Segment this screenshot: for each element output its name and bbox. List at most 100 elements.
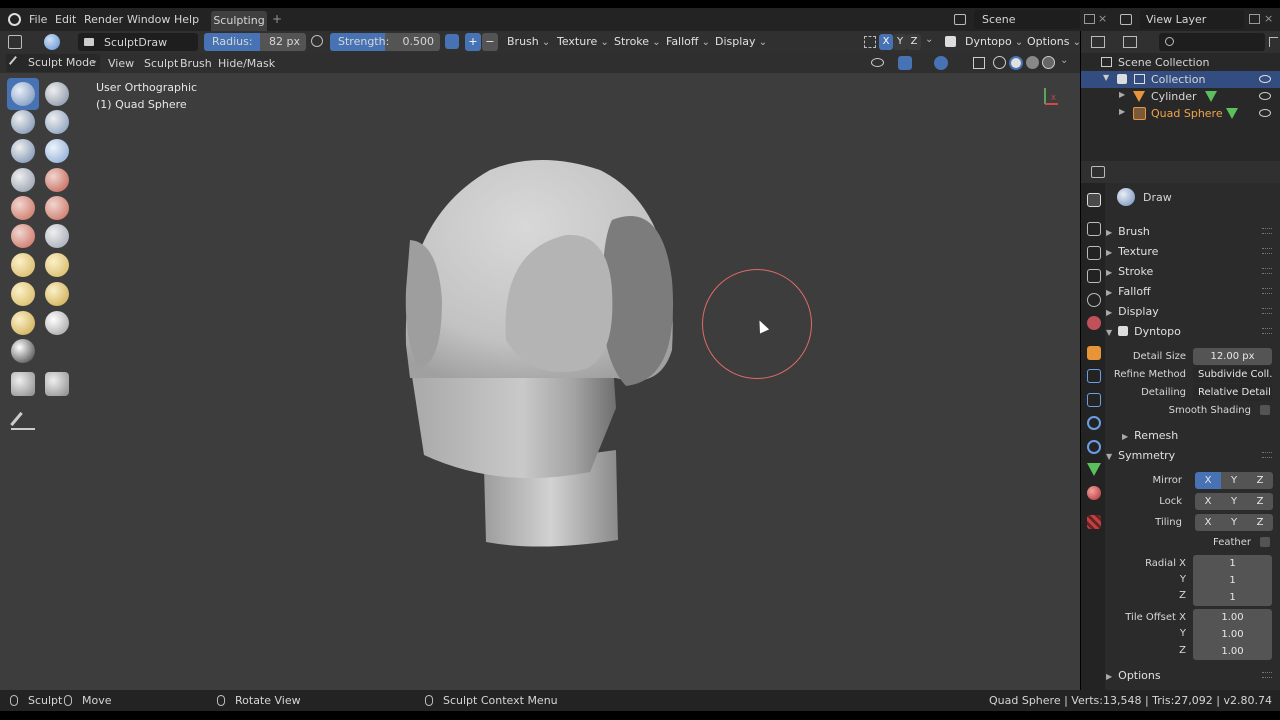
tile-offset-z-field[interactable]: 1.00 — [1193, 643, 1272, 660]
wireframe-shading-icon[interactable] — [993, 56, 1006, 69]
options-menu[interactable]: Options — [1027, 33, 1081, 51]
panel-grip-icon[interactable] — [1262, 672, 1272, 678]
blender-logo-icon[interactable] — [8, 13, 21, 26]
visibility-icon[interactable] — [871, 58, 884, 67]
panel-grip-icon[interactable] — [1262, 288, 1272, 294]
physics-tab-icon[interactable] — [1087, 416, 1101, 430]
direction-add-button[interactable]: + — [465, 33, 481, 51]
collection-visibility-icon[interactable] — [1259, 75, 1271, 83]
panel-brush[interactable]: ▶ Brush — [1106, 225, 1150, 238]
panel-stroke[interactable]: ▶ Stroke — [1106, 265, 1153, 278]
navigation-gizmo[interactable]: X — [1036, 86, 1060, 110]
radial-y-field[interactable]: 1 — [1193, 572, 1272, 589]
tool-tab-icon[interactable] — [1087, 193, 1101, 207]
view-layer-close-icon[interactable]: × — [1264, 12, 1273, 25]
crease-tool-icon[interactable] — [11, 168, 35, 192]
flatten-tool-icon[interactable] — [11, 196, 35, 220]
panel-display[interactable]: ▶ Display — [1106, 305, 1159, 318]
direction-subtract-button[interactable]: − — [482, 33, 498, 51]
symmetry-tiling-y[interactable]: Y — [1221, 514, 1247, 531]
symmetry-mirror-z[interactable]: Z — [1247, 472, 1273, 489]
display-menu[interactable]: Display — [715, 33, 767, 51]
menu-sculpt[interactable]: Sculpt — [144, 57, 178, 70]
strength-pressure-icon[interactable] — [445, 34, 459, 49]
panel-grip-icon[interactable] — [1262, 228, 1272, 234]
clay-tool-icon[interactable] — [45, 82, 69, 106]
quad-sphere-visibility-icon[interactable] — [1259, 109, 1271, 117]
mask-tool-icon[interactable] — [11, 339, 35, 363]
material-shading-icon[interactable] — [1026, 56, 1039, 69]
panel-grip-icon[interactable] — [1262, 268, 1272, 274]
panel-grip-icon[interactable] — [1262, 328, 1272, 334]
texture-menu[interactable]: Texture — [557, 33, 609, 51]
dyntopo-menu[interactable]: Dyntopo — [965, 33, 1023, 51]
annotate-tool-icon[interactable] — [10, 408, 35, 430]
mirror-z-toggle[interactable]: Z — [907, 34, 921, 50]
panel-dyntopo[interactable]: ▼ Dyntopo — [1106, 325, 1181, 338]
editor-type-icon[interactable] — [8, 35, 22, 49]
radius-field[interactable]: Radius: 82 px — [204, 33, 306, 51]
menu-help[interactable]: Help — [174, 13, 199, 26]
panel-options[interactable]: ▶ Options — [1106, 669, 1161, 682]
texture-tab-icon[interactable] — [1087, 515, 1101, 529]
sculpt-model[interactable] — [380, 150, 700, 560]
tile-offset-y-field[interactable]: 1.00 — [1193, 626, 1272, 643]
simplify-tool-icon[interactable] — [45, 311, 69, 335]
outliner-scene-collection[interactable]: Scene Collection — [1118, 56, 1209, 69]
overlay-toggle-icon[interactable] — [934, 56, 948, 70]
data-tab-icon[interactable] — [1087, 463, 1101, 476]
cylinder-visibility-icon[interactable] — [1259, 92, 1271, 100]
radial-z-field[interactable]: 1 — [1193, 589, 1272, 606]
symmetry-dropdown-icon[interactable]: ⌄ — [925, 34, 933, 45]
scene-selector[interactable]: Scene × — [952, 10, 1107, 29]
panel-grip-icon[interactable] — [1262, 308, 1272, 314]
menu-edit[interactable]: Edit — [55, 13, 76, 26]
rotate-tool-icon[interactable] — [11, 311, 35, 335]
thumb-tool-icon[interactable] — [11, 282, 35, 306]
brush-menu[interactable]: Brush — [507, 33, 550, 51]
strength-field[interactable]: Strength: 0.500 — [330, 33, 440, 51]
radius-pressure-icon[interactable] — [311, 35, 323, 47]
brush-preview-icon[interactable] — [44, 34, 60, 50]
detailing-select[interactable]: Relative Detail — [1193, 384, 1272, 401]
fill-tool-icon[interactable] — [45, 196, 69, 220]
box-hide-tool-icon[interactable] — [11, 372, 35, 396]
symmetry-lock-y[interactable]: Y — [1221, 493, 1247, 510]
layer-tool-icon[interactable] — [45, 110, 69, 134]
panel-grip-icon[interactable] — [1262, 248, 1272, 254]
symmetry-mirror-x[interactable]: X — [1195, 472, 1221, 489]
grab-tool-icon[interactable] — [11, 253, 35, 277]
view-layer-copy-icon[interactable] — [1249, 14, 1260, 24]
outliner-row-quad-sphere[interactable]: ▶ Quad Sphere — [1081, 105, 1280, 122]
detail-size-field[interactable]: 12.00 px — [1193, 348, 1272, 365]
menu-brush[interactable]: Brush — [180, 57, 212, 70]
collection-checkbox[interactable] — [1117, 74, 1127, 84]
tab-sculpting[interactable]: Sculpting — [211, 11, 267, 31]
add-workspace-button[interactable]: + — [272, 12, 282, 26]
panel-texture[interactable]: ▶ Texture — [1106, 245, 1158, 258]
panel-symmetry[interactable]: ▼ Symmetry — [1106, 449, 1175, 462]
nudge-tool-icon[interactable] — [45, 282, 69, 306]
gizmo-toggle-icon[interactable] — [898, 56, 912, 70]
falloff-menu[interactable]: Falloff — [666, 33, 710, 51]
properties-editor-icon[interactable] — [1091, 166, 1105, 178]
rendered-shading-icon[interactable] — [1042, 56, 1055, 69]
outliner-filter-icon[interactable] — [1269, 37, 1278, 47]
box-mask-tool-icon[interactable] — [45, 372, 69, 396]
render-tab-icon[interactable] — [1087, 222, 1101, 236]
outliner-search-field[interactable] — [1159, 33, 1265, 51]
symmetry-lock-z[interactable]: Z — [1247, 493, 1273, 510]
cylinder-expand-icon[interactable]: ▶ — [1119, 90, 1125, 99]
scrape-tool-icon[interactable] — [11, 224, 35, 248]
object-tab-icon[interactable] — [1087, 346, 1101, 360]
scene-tab-icon[interactable] — [1087, 293, 1101, 307]
outliner-editor-icon[interactable] — [1091, 36, 1105, 48]
view-layer-selector[interactable]: View Layer × — [1118, 10, 1280, 29]
panel-remesh[interactable]: ▶ Remesh — [1122, 429, 1178, 442]
quad-sphere-expand-icon[interactable]: ▶ — [1119, 107, 1125, 116]
view-layer-tab-icon[interactable] — [1087, 269, 1101, 283]
mirror-y-toggle[interactable]: Y — [893, 34, 907, 50]
feather-checkbox[interactable] — [1260, 537, 1270, 547]
mirror-x-toggle[interactable]: X — [879, 34, 893, 50]
outliner-display-icon[interactable] — [1123, 36, 1137, 48]
